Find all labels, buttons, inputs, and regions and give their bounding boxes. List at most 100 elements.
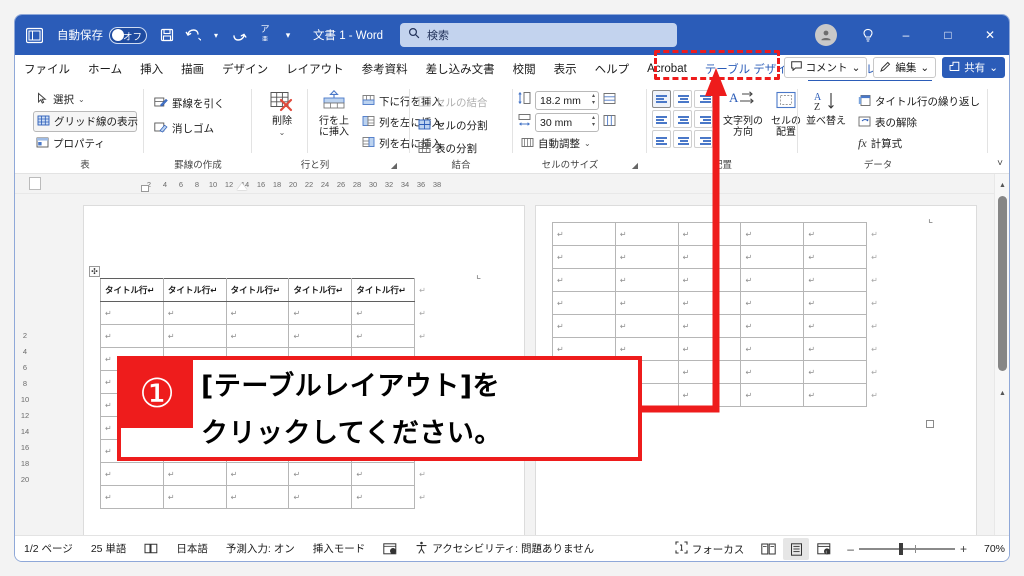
table-row[interactable]: ↵↵↵↵↵↵ [100,324,478,348]
redo-icon[interactable] [227,23,251,47]
sort-button[interactable]: A Z 並べ替え [803,90,849,127]
undo-dropdown-caret-icon[interactable]: ▾ [207,23,225,47]
furigana-icon[interactable]: ア亜 [253,23,277,47]
tab-layout[interactable]: レイアウト [277,57,353,81]
scrollbar-thumb[interactable] [998,196,1007,371]
table-row[interactable]: ↵↵↵↵↵↵ [100,462,478,486]
table-cell[interactable]: ↵ [552,245,616,269]
table-header-cell[interactable]: タイトル行↵ [162,278,227,302]
table-cell[interactable]: ↵ [288,301,353,325]
collapse-ribbon-icon[interactable]: ˅ [997,158,1003,169]
autofit-button[interactable]: 自動調整 ⌄ [518,133,594,154]
tab-stop-selector-icon[interactable] [29,177,41,190]
scroll-up-icon[interactable]: ▲ [995,178,1009,192]
tab-design[interactable]: デザイン [213,57,277,81]
table-cell[interactable]: ↵ [677,360,742,384]
table-cell[interactable]: ↵ [552,268,616,292]
table-cell[interactable]: ↵ [351,462,416,486]
vertical-ruler[interactable]: 2 4 6 8 10 12 14 16 18 20 [15,194,35,557]
table-cell[interactable]: ↵ [740,245,805,269]
table-cell[interactable]: ↵ [803,314,868,338]
merge-cells-button[interactable]: セルの結合 [415,92,507,113]
first-line-indent-marker[interactable] [237,183,247,190]
prediction-indicator[interactable]: 予測入力: オン [217,538,304,560]
autosave-control[interactable]: 自動保存 オフ [57,26,147,44]
table-cell[interactable]: ↵ [614,291,679,315]
table-header-cell[interactable]: タイトル行↵ [288,278,353,302]
zoom-in-button[interactable]: + [960,542,967,556]
tab-mailings[interactable]: 差し込み文書 [417,57,504,81]
hint-lightbulb-icon[interactable] [851,15,885,55]
page-indicator[interactable]: 1/2 ページ [15,538,82,560]
maximize-button[interactable]: □ [927,15,969,55]
zoom-knob[interactable] [898,543,903,555]
table-cell[interactable]: ↵ [677,222,742,246]
word-count[interactable]: 25 単語 [82,538,136,560]
focus-mode-button[interactable]: フォーカス [666,538,754,560]
table-cell[interactable]: ↵ [225,324,290,348]
tab-insert[interactable]: 挿入 [131,57,172,81]
column-width-input[interactable]: 30 mm ▴ ▾ [535,113,599,132]
language-indicator[interactable]: 日本語 [167,538,217,560]
tab-draw[interactable]: 描画 [172,57,213,81]
table-resize-handle-icon[interactable] [926,420,934,428]
table-cell[interactable]: ↵ [614,314,679,338]
align-bottom-left-button[interactable] [652,130,671,148]
table-cell[interactable]: ↵ [552,291,616,315]
table-cell[interactable]: ↵ [614,245,679,269]
view-gridlines-button[interactable]: グリッド線の表示 [33,111,138,132]
table-cell[interactable]: ↵ [677,268,742,292]
table-row[interactable]: ↵↵↵↵↵↵ [552,222,930,246]
close-button[interactable]: ✕ [969,15,1009,55]
print-layout-button[interactable] [783,538,810,560]
undo-icon[interactable] [181,23,205,47]
table-cell[interactable]: ↵ [100,462,164,486]
table-cell[interactable]: ↵ [225,301,290,325]
split-table-button[interactable]: 表の分割 [415,138,507,159]
table-cell[interactable]: ↵ [803,268,868,292]
table-cell[interactable]: ↵ [552,314,616,338]
tab-help[interactable]: ヘルプ [586,57,639,81]
table-cell[interactable]: ↵ [740,268,805,292]
align-top-right-button[interactable] [694,90,713,108]
table-cell[interactable]: ↵ [288,324,353,348]
tab-file[interactable]: ファイル [15,57,79,81]
accessibility-indicator[interactable]: アクセシビリティ: 問題ありません [406,538,603,560]
table-cell[interactable]: ↵ [288,485,353,509]
align-middle-left-button[interactable] [652,110,671,128]
macro-record-icon[interactable] [374,538,406,560]
align-middle-right-button[interactable] [694,110,713,128]
repeat-header-rows-button[interactable]: タイトル行の繰り返し [855,91,983,112]
table-cell[interactable]: ↵ [803,360,868,384]
table-cell[interactable]: ↵ [740,337,805,361]
table-properties-button[interactable]: プロパティ [33,133,137,154]
table-cell[interactable]: ↵ [162,462,227,486]
comments-button[interactable]: コメント ⌄ [783,57,868,78]
zoom-track[interactable] [858,543,955,555]
formula-button[interactable]: fx 計算式 [855,133,983,154]
table-cell[interactable]: ↵ [740,360,805,384]
table-row[interactable]: ↵↵↵↵↵↵ [552,291,930,315]
table-cell[interactable]: ↵ [677,291,742,315]
insert-above-button[interactable]: 行を上 に挿入 [313,90,355,138]
table-cell[interactable]: ↵ [677,245,742,269]
table-header-cell[interactable]: タイトル行↵ [100,278,164,302]
table-header-cell[interactable]: タイトル行↵ [225,278,290,302]
table-cell[interactable]: ↵ [803,383,868,407]
table-cell[interactable]: ↵ [803,222,868,246]
table-cell[interactable]: ↵ [677,337,742,361]
column-width-spinner[interactable]: ▴ ▾ [592,115,595,129]
customize-quick-access-toolbar-icon[interactable]: ▾ [279,23,297,47]
tab-references[interactable]: 参考資料 [353,57,417,81]
align-middle-center-button[interactable] [673,110,692,128]
convert-to-text-button[interactable]: 表の解除 [855,112,983,133]
autosave-toggle[interactable]: オフ [109,26,147,44]
row-height-input[interactable]: 18.2 mm ▴ ▾ [535,91,599,110]
table-cell[interactable]: ↵ [740,222,805,246]
cell-margins-button[interactable]: セルの 配置 [766,90,806,138]
text-direction-button[interactable]: A 文字列の 方向 [722,90,764,138]
table-cell[interactable]: ↵ [288,462,353,486]
table-cell[interactable]: ↵ [100,324,164,348]
table-cell[interactable]: ↵ [803,245,868,269]
table-cell[interactable]: ↵ [351,301,416,325]
